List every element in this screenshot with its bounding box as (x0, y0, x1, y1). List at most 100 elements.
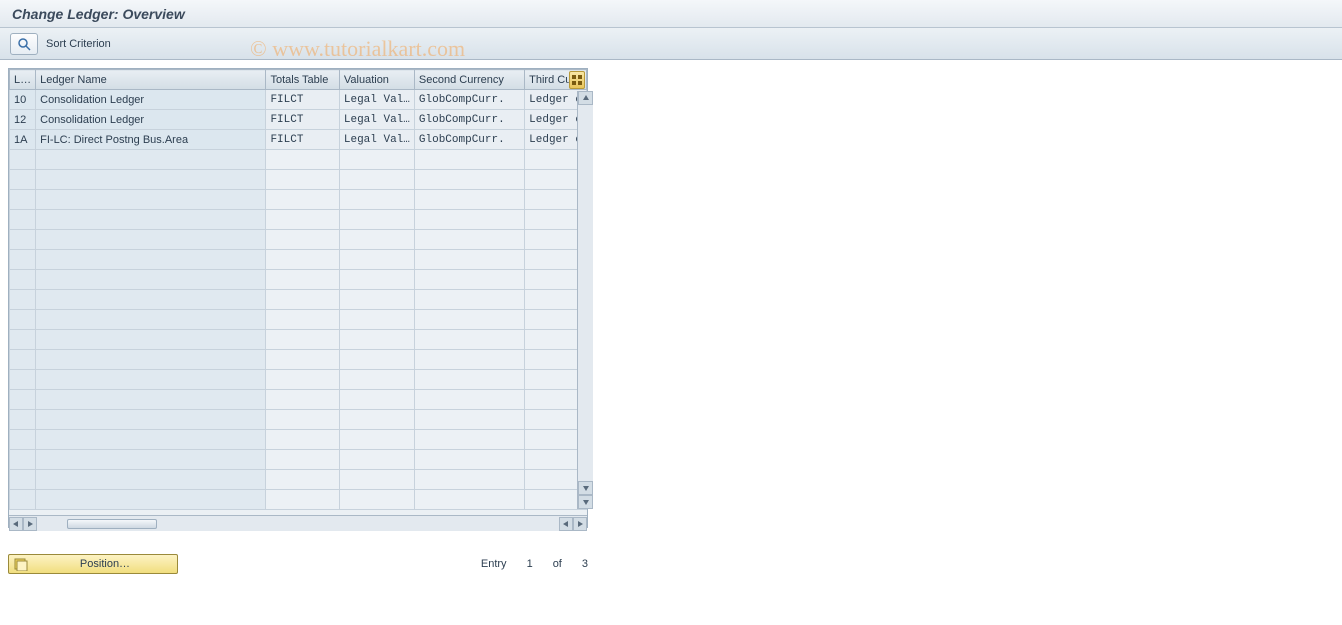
cell-empty[interactable] (36, 430, 266, 450)
cell-empty[interactable] (266, 450, 339, 470)
cell-l[interactable]: 10 (10, 90, 36, 110)
cell-name[interactable]: Consolidation Ledger (36, 110, 266, 130)
cell-empty[interactable] (36, 390, 266, 410)
col-header-ledger-name[interactable]: Ledger Name (36, 70, 266, 90)
scroll-right-button[interactable] (573, 517, 587, 531)
cell-empty[interactable] (266, 390, 339, 410)
col-header-second-currency[interactable]: Second Currency (414, 70, 524, 90)
table-row-empty[interactable] (10, 250, 587, 270)
cell-empty[interactable] (414, 170, 524, 190)
table-row-empty[interactable] (10, 470, 587, 490)
cell-empty[interactable] (414, 450, 524, 470)
horizontal-scrollbar[interactable] (9, 515, 587, 531)
cell-l[interactable]: 12 (10, 110, 36, 130)
cell-empty[interactable] (339, 330, 414, 350)
cell-empty[interactable] (414, 190, 524, 210)
cell-empty[interactable] (36, 470, 266, 490)
cell-name[interactable]: Consolidation Ledger (36, 90, 266, 110)
cell-val[interactable]: Legal Val… (339, 110, 414, 130)
cell-empty[interactable] (10, 410, 36, 430)
table-row-empty[interactable] (10, 450, 587, 470)
cell-empty[interactable] (266, 330, 339, 350)
cell-empty[interactable] (266, 410, 339, 430)
cell-empty[interactable] (36, 210, 266, 230)
cell-empty[interactable] (339, 210, 414, 230)
cell-empty[interactable] (339, 250, 414, 270)
cell-empty[interactable] (414, 470, 524, 490)
table-row-empty[interactable] (10, 170, 587, 190)
cell-empty[interactable] (10, 310, 36, 330)
cell-empty[interactable] (36, 450, 266, 470)
cell-empty[interactable] (339, 430, 414, 450)
cell-empty[interactable] (36, 150, 266, 170)
cell-empty[interactable] (266, 170, 339, 190)
table-row-empty[interactable] (10, 310, 587, 330)
cell-empty[interactable] (414, 250, 524, 270)
cell-l[interactable]: 1A (10, 130, 36, 150)
cell-empty[interactable] (10, 150, 36, 170)
configure-columns-button[interactable] (569, 71, 585, 89)
cell-empty[interactable] (266, 350, 339, 370)
cell-empty[interactable] (266, 310, 339, 330)
cell-empty[interactable] (10, 450, 36, 470)
cell-empty[interactable] (36, 310, 266, 330)
cell-empty[interactable] (36, 290, 266, 310)
cell-empty[interactable] (36, 270, 266, 290)
cell-empty[interactable] (36, 330, 266, 350)
cell-empty[interactable] (36, 170, 266, 190)
table-row-empty[interactable] (10, 430, 587, 450)
col-header-ledger-id[interactable]: L… (10, 70, 36, 90)
cell-empty[interactable] (339, 230, 414, 250)
cell-empty[interactable] (36, 250, 266, 270)
cell-empty[interactable] (414, 490, 524, 510)
cell-empty[interactable] (36, 370, 266, 390)
cell-empty[interactable] (266, 230, 339, 250)
cell-empty[interactable] (339, 270, 414, 290)
table-row-empty[interactable] (10, 330, 587, 350)
cell-empty[interactable] (414, 330, 524, 350)
cell-empty[interactable] (414, 150, 524, 170)
cell-empty[interactable] (414, 230, 524, 250)
cell-empty[interactable] (339, 390, 414, 410)
cell-empty[interactable] (414, 390, 524, 410)
cell-empty[interactable] (10, 430, 36, 450)
cell-empty[interactable] (36, 410, 266, 430)
cell-empty[interactable] (266, 290, 339, 310)
table-row-empty[interactable] (10, 370, 587, 390)
cell-tt[interactable]: FILCT (266, 110, 339, 130)
cell-empty[interactable] (10, 290, 36, 310)
cell-empty[interactable] (339, 190, 414, 210)
cell-empty[interactable] (266, 150, 339, 170)
table-row-empty[interactable] (10, 410, 587, 430)
hscroll-thumb[interactable] (67, 519, 157, 529)
cell-sc[interactable]: GlobCompCurr. (414, 90, 524, 110)
cell-val[interactable]: Legal Val… (339, 90, 414, 110)
cell-empty[interactable] (10, 390, 36, 410)
cell-empty[interactable] (339, 310, 414, 330)
cell-empty[interactable] (10, 270, 36, 290)
details-button[interactable] (10, 33, 38, 55)
table-row[interactable]: 1AFI-LC: Direct Postng Bus.AreaFILCTLega… (10, 130, 587, 150)
cell-sc[interactable]: GlobCompCurr. (414, 110, 524, 130)
table-row-empty[interactable] (10, 150, 587, 170)
cell-empty[interactable] (339, 290, 414, 310)
cell-empty[interactable] (339, 150, 414, 170)
cell-sc[interactable]: GlobCompCurr. (414, 130, 524, 150)
cell-empty[interactable] (414, 370, 524, 390)
cell-empty[interactable] (266, 210, 339, 230)
cell-empty[interactable] (339, 450, 414, 470)
cell-empty[interactable] (339, 410, 414, 430)
cell-empty[interactable] (10, 490, 36, 510)
table-row-empty[interactable] (10, 270, 587, 290)
table-row[interactable]: 10Consolidation LedgerFILCTLegal Val…Glo… (10, 90, 587, 110)
scroll-left-button-2[interactable] (559, 517, 573, 531)
vertical-scrollbar[interactable] (577, 91, 593, 509)
position-button[interactable]: Position… (8, 554, 178, 574)
cell-name[interactable]: FI-LC: Direct Postng Bus.Area (36, 130, 266, 150)
sort-criterion-button[interactable]: Sort Criterion (46, 38, 111, 50)
cell-empty[interactable] (10, 210, 36, 230)
cell-empty[interactable] (10, 190, 36, 210)
hscroll-track[interactable] (37, 517, 559, 531)
cell-val[interactable]: Legal Val… (339, 130, 414, 150)
cell-empty[interactable] (266, 490, 339, 510)
